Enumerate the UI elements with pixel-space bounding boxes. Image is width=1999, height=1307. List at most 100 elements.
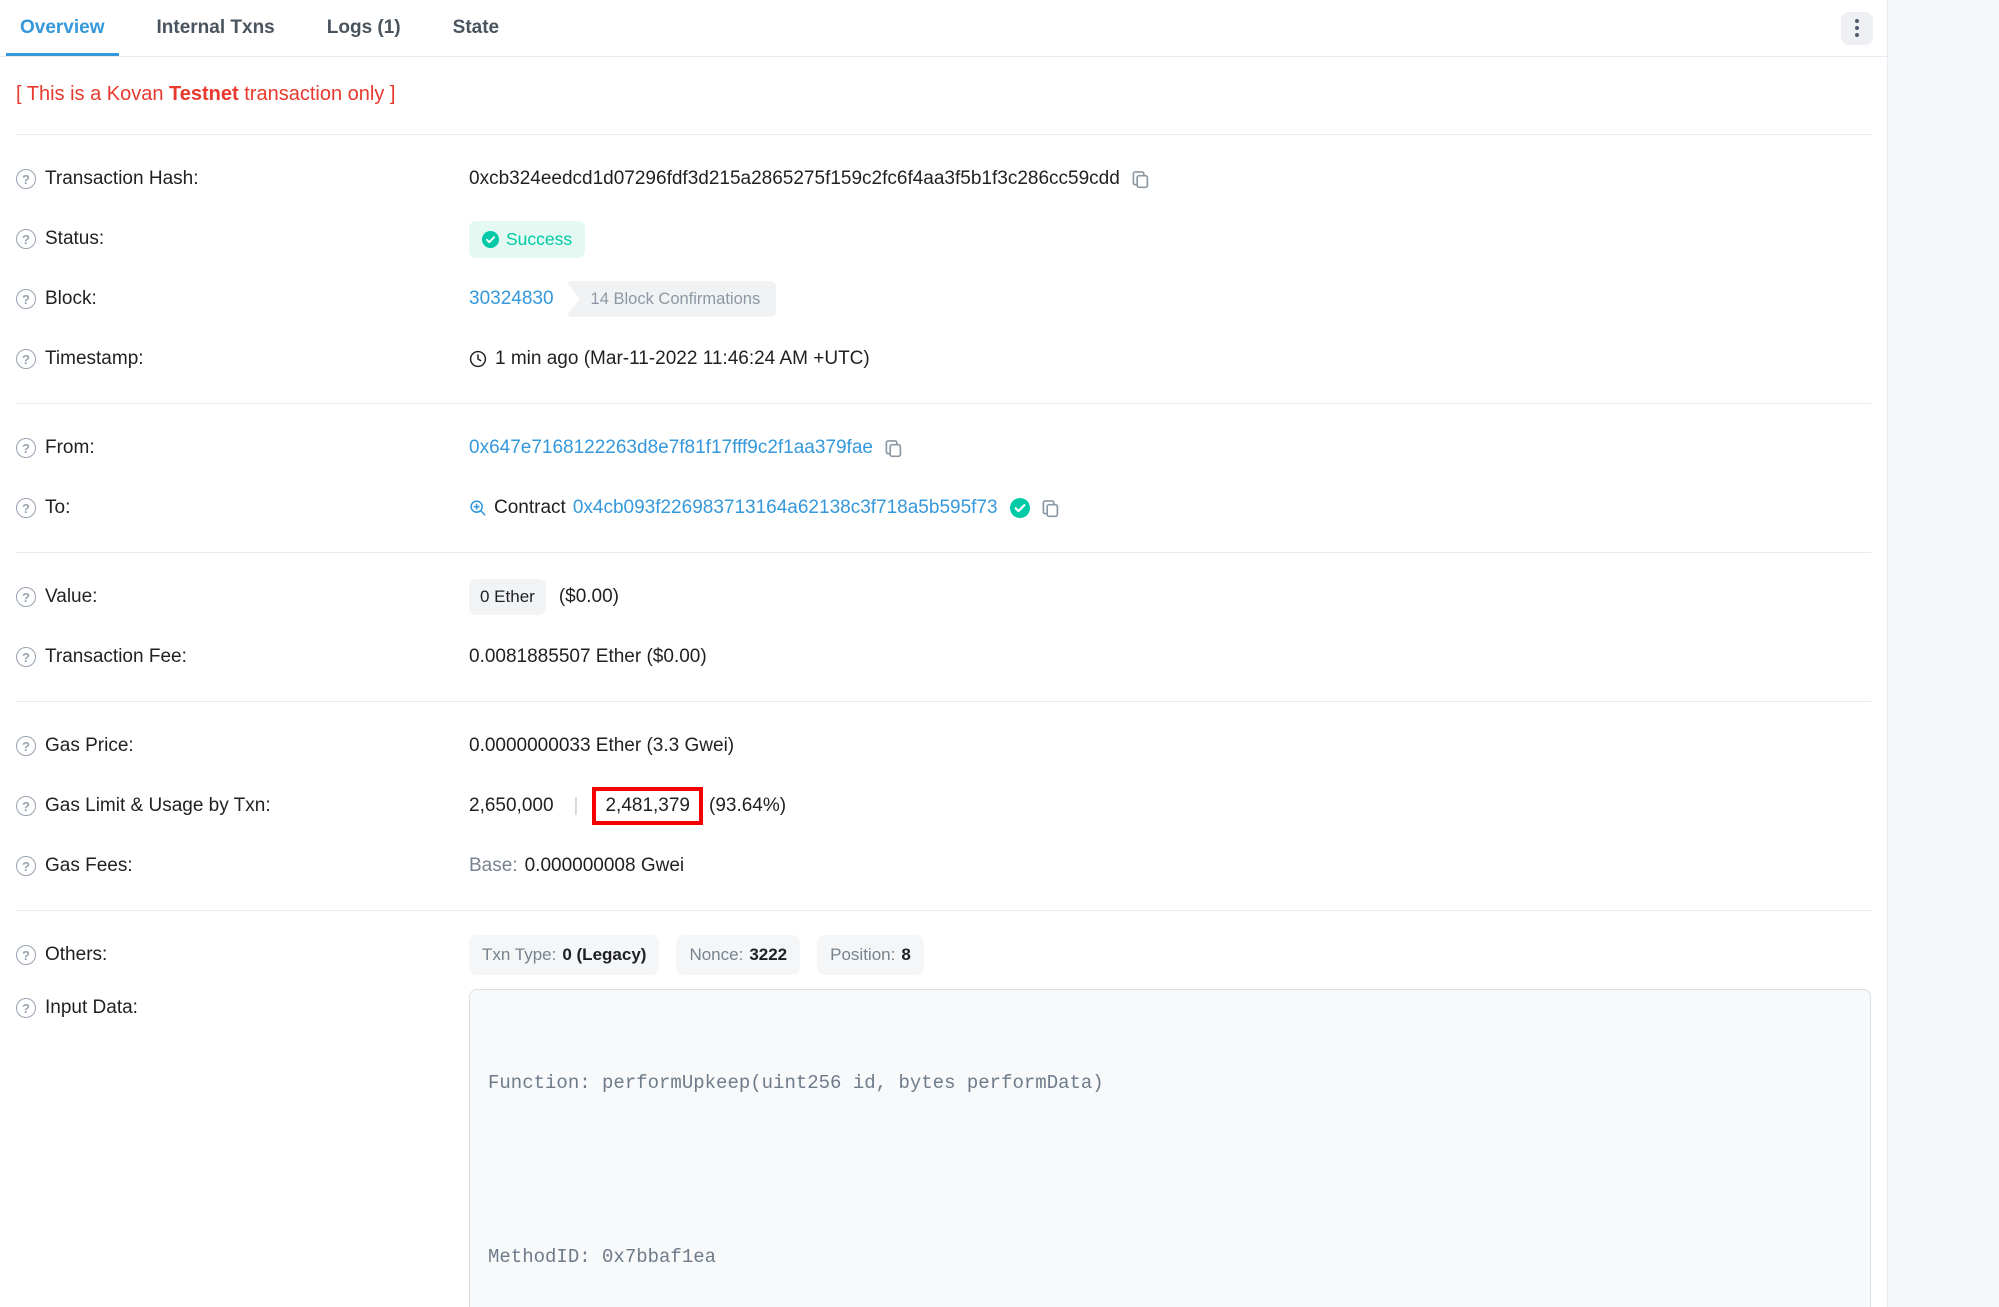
help-icon[interactable]: ?	[16, 796, 36, 816]
help-icon[interactable]: ?	[16, 736, 36, 756]
copy-icon[interactable]	[1041, 499, 1060, 518]
row-transaction-hash: ? Transaction Hash: 0xcb324eedcd1d07296f…	[16, 149, 1871, 209]
help-icon[interactable]: ?	[16, 945, 36, 965]
from-label: From:	[45, 437, 95, 459]
from-address-link[interactable]: 0x647e7168122263d8e7f81f17fff9c2f1aa379f…	[469, 437, 873, 459]
to-contract-word: Contract	[494, 497, 566, 519]
row-label: ? Gas Price:	[16, 735, 469, 757]
nonce-badge: Nonce: 3222	[676, 935, 800, 975]
check-circle-icon	[482, 231, 499, 248]
help-icon[interactable]: ?	[16, 289, 36, 309]
section-hash-status-block-time: ? Transaction Hash: 0xcb324eedcd1d07296f…	[0, 135, 1887, 403]
help-icon[interactable]: ?	[16, 229, 36, 249]
help-icon[interactable]: ?	[16, 647, 36, 667]
txn-type-value: 0 (Legacy)	[562, 945, 646, 965]
tab-logs[interactable]: Logs (1)	[313, 0, 415, 56]
row-value: 30324830 14 Block Confirmations	[469, 281, 1871, 317]
tab-internal-txns[interactable]: Internal Txns	[143, 0, 289, 56]
row-block: ? Block: 30324830 14 Block Confirmations	[16, 269, 1871, 329]
timestamp-label: Timestamp:	[45, 348, 144, 370]
row-value: 1 min ago (Mar-11-2022 11:46:24 AM +UTC)	[469, 348, 1871, 370]
transaction-fee-label: Transaction Fee:	[45, 646, 187, 668]
row-label: ? Gas Limit & Usage by Txn:	[16, 795, 469, 817]
row-to: ? To: Contract 0x4cb093f226983713164a621…	[16, 478, 1871, 538]
section-gas: ? Gas Price: 0.0000000033 Ether (3.3 Gwe…	[0, 702, 1887, 910]
value-separator: |	[574, 795, 579, 817]
input-data-label: Input Data:	[45, 997, 138, 1019]
row-transaction-fee: ? Transaction Fee: 0.0081885507 Ether ($…	[16, 627, 1871, 687]
transaction-hash-value: 0xcb324eedcd1d07296fdf3d215a2865275f159c…	[469, 168, 1120, 190]
row-label: ? Value:	[16, 586, 469, 608]
page-background-gutter	[1887, 0, 1999, 1307]
row-value: 0.0081885507 Ether ($0.00)	[469, 646, 1871, 668]
help-icon[interactable]: ?	[16, 169, 36, 189]
row-label: ? Others:	[16, 944, 469, 966]
status-badge: Success	[469, 221, 585, 258]
testnet-notice: [ This is a Kovan Testnet transaction on…	[0, 57, 1887, 134]
base-fee-label: Base:	[469, 855, 518, 877]
tab-state[interactable]: State	[439, 0, 513, 56]
help-icon[interactable]: ?	[16, 856, 36, 876]
row-gas-price: ? Gas Price: 0.0000000033 Ether (3.3 Gwe…	[16, 716, 1871, 776]
help-icon[interactable]: ?	[16, 998, 36, 1018]
kebab-icon	[1855, 26, 1859, 30]
row-label: ? Gas Fees:	[16, 855, 469, 877]
clock-icon	[469, 350, 487, 368]
nonce-key: Nonce:	[689, 945, 743, 965]
row-label: ? Timestamp:	[16, 348, 469, 370]
kebab-icon	[1855, 33, 1859, 37]
row-label: ? To:	[16, 497, 469, 519]
status-label: Status:	[45, 228, 104, 250]
section-value-fee: ? Value: 0 Ether ($0.00) ? Transaction F…	[0, 553, 1887, 701]
block-number-link[interactable]: 30324830	[469, 288, 554, 310]
notice-bold-text: Testnet	[169, 83, 239, 105]
row-status: ? Status: Success	[16, 209, 1871, 269]
row-value: 0.0000000033 Ether (3.3 Gwei)	[469, 735, 1871, 757]
help-icon[interactable]: ?	[16, 438, 36, 458]
input-data-textarea[interactable]: Function: performUpkeep(uint256 id, byte…	[469, 989, 1871, 1307]
transaction-card: Overview Internal Txns Logs (1) State [ …	[0, 0, 1887, 1307]
row-input-data: ? Input Data: Function: performUpkeep(ui…	[16, 989, 1871, 1307]
row-others: ? Others: Txn Type: 0 (Legacy) Nonce: 32…	[16, 925, 1871, 985]
notice-text: [ This is a Kovan	[16, 83, 169, 105]
row-gas-limit-usage: ? Gas Limit & Usage by Txn: 2,650,000 | …	[16, 776, 1871, 836]
row-label: ? Transaction Fee:	[16, 646, 469, 668]
block-confirmations-badge: 14 Block Confirmations	[566, 281, 777, 317]
gas-used-value: 2,481,379	[605, 795, 690, 816]
row-label: ? Input Data:	[16, 989, 469, 1019]
base-fee-value: 0.000000008 Gwei	[525, 855, 685, 877]
others-label: Others:	[45, 944, 107, 966]
row-value: 0 Ether ($0.00)	[469, 579, 1871, 615]
ether-value-badge: 0 Ether	[469, 579, 546, 615]
magnifier-plus-icon[interactable]	[469, 499, 487, 517]
to-address-link[interactable]: 0x4cb093f226983713164a62138c3f718a5b595f…	[573, 497, 998, 519]
row-value: Contract 0x4cb093f226983713164a62138c3f7…	[469, 497, 1871, 519]
row-value: Txn Type: 0 (Legacy) Nonce: 3222 Positio…	[469, 935, 1871, 975]
row-from: ? From: 0x647e7168122263d8e7f81f17fff9c2…	[16, 418, 1871, 478]
timestamp-value: 1 min ago (Mar-11-2022 11:46:24 AM +UTC)	[495, 348, 870, 370]
to-label: To:	[45, 497, 70, 519]
transaction-fee-value: 0.0081885507 Ether ($0.00)	[469, 646, 707, 668]
tab-overview[interactable]: Overview	[6, 0, 119, 56]
row-value: Base: 0.000000008 Gwei	[469, 855, 1871, 877]
row-value: 0xcb324eedcd1d07296fdf3d215a2865275f159c…	[469, 168, 1871, 190]
gas-limit-value: 2,650,000	[469, 795, 554, 817]
input-methodid-line: MethodID: 0x7bbaf1ea	[488, 1243, 1852, 1272]
row-timestamp: ? Timestamp: 1 min ago (Mar-11-2022 11:4…	[16, 329, 1871, 389]
tab-list: Overview Internal Txns Logs (1) State	[6, 0, 513, 56]
notice-text: transaction only ]	[239, 83, 396, 105]
copy-icon[interactable]	[1131, 170, 1150, 189]
gas-price-label: Gas Price:	[45, 735, 134, 757]
help-icon[interactable]: ?	[16, 349, 36, 369]
help-icon[interactable]: ?	[16, 587, 36, 607]
input-blank-line	[488, 1156, 1852, 1185]
kebab-icon	[1855, 19, 1859, 23]
status-value: Success	[506, 229, 572, 250]
more-options-button[interactable]	[1841, 12, 1873, 45]
help-icon[interactable]: ?	[16, 498, 36, 518]
gas-limit-usage-label: Gas Limit & Usage by Txn:	[45, 795, 271, 817]
copy-icon[interactable]	[884, 439, 903, 458]
row-label: ? Block:	[16, 288, 469, 310]
row-value: 0x647e7168122263d8e7f81f17fff9c2f1aa379f…	[469, 437, 1871, 459]
gas-fees-label: Gas Fees:	[45, 855, 133, 877]
